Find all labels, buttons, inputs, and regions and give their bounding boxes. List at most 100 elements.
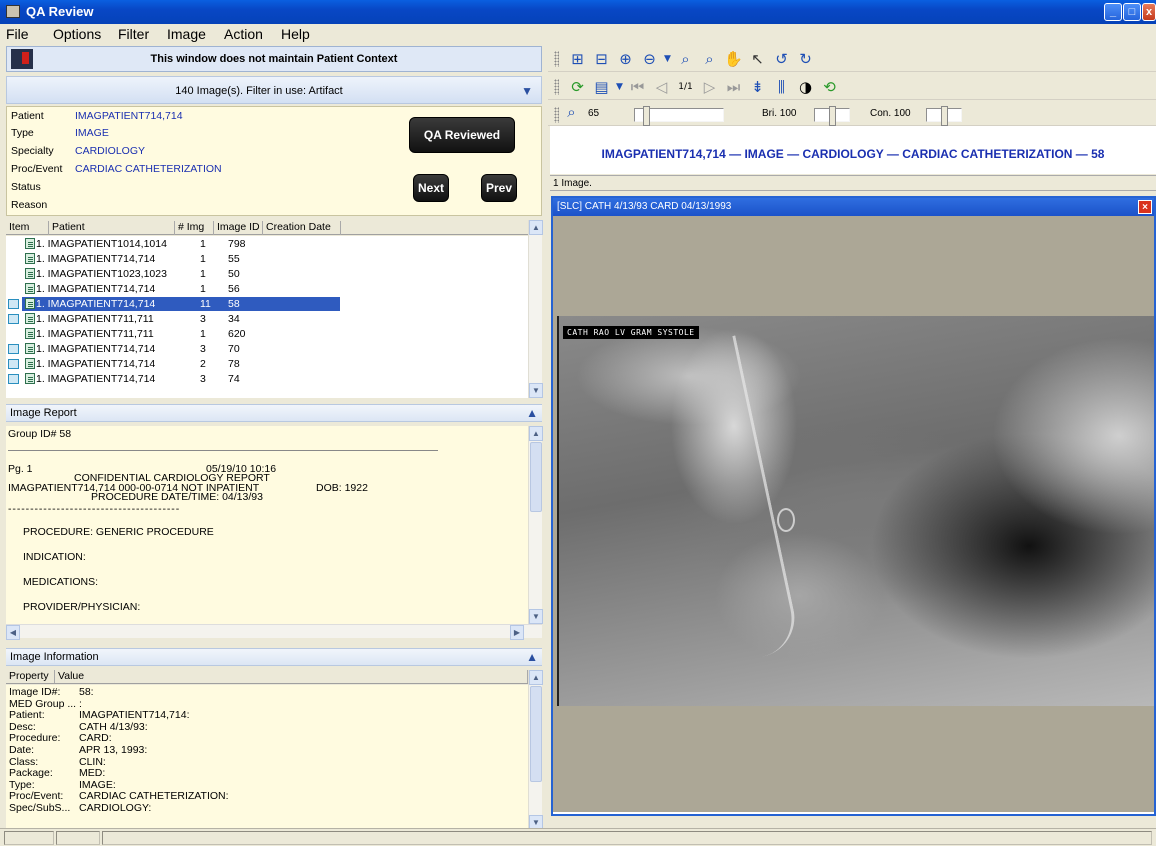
first-page-icon[interactable]: ⏮ — [628, 78, 647, 97]
collapse-arrow-icon[interactable]: ▼ — [521, 84, 533, 98]
row-cells[interactable]: 1. IMAGPATIENT714,714 1 55 — [22, 252, 340, 266]
zoom-level-icon: ⌕ — [567, 103, 576, 121]
flip-horizontal-icon[interactable]: ⫼ — [772, 78, 791, 97]
report-page: Pg. 1 — [8, 463, 33, 475]
zoom-slider-knob[interactable] — [643, 106, 650, 126]
info-scrollbar[interactable]: ▲ ▼ — [528, 670, 543, 830]
scroll-right-icon[interactable]: ▶ — [510, 625, 524, 640]
report-scrollbar[interactable]: ▲ ▼ — [528, 426, 543, 624]
table-row[interactable]: 1. IMAGPATIENT711,711 3 34 — [6, 312, 528, 327]
prev-page-icon[interactable]: ◁ — [652, 78, 671, 97]
refresh-icon[interactable]: ⟳ — [568, 78, 587, 97]
reset-icon[interactable]: ⟲ — [820, 78, 839, 97]
collapse-up-icon[interactable]: ▲ — [526, 406, 538, 420]
brightness-slider[interactable] — [814, 106, 850, 126]
document-icon[interactable]: ▤ — [592, 78, 611, 97]
collapse-up-icon[interactable]: ▲ — [526, 650, 538, 664]
col-image-id[interactable]: Image ID — [214, 221, 263, 235]
scroll-up-icon[interactable]: ▲ — [529, 220, 543, 235]
table-row[interactable]: 1. IMAGPATIENT711,711 1 620 — [6, 327, 528, 342]
scroll-down-icon[interactable]: ▼ — [529, 609, 543, 624]
row-cells[interactable]: 1. IMAGPATIENT714,714 3 70 — [22, 342, 340, 356]
toolbar-grip[interactable] — [554, 79, 559, 95]
image-information-header[interactable]: Image Information ▲ — [6, 648, 542, 666]
xray-image[interactable]: CATH RAO LV GRAM SYSTOLE — [557, 316, 1154, 706]
info-value: : — [79, 697, 82, 710]
scroll-thumb[interactable] — [530, 442, 542, 512]
menu-file[interactable]: File — [6, 26, 29, 42]
col-creation-date[interactable]: Creation Date — [263, 221, 341, 235]
table-row[interactable]: 1. IMAGPATIENT714,714 1 56 — [6, 282, 528, 297]
menu-filter[interactable]: Filter — [118, 26, 149, 42]
scroll-thumb[interactable] — [530, 686, 542, 782]
qa-reviewed-button[interactable]: QA Reviewed — [409, 117, 515, 153]
last-page-icon[interactable]: ⏭ — [724, 78, 743, 97]
col-property[interactable]: Property — [6, 670, 55, 683]
zoom-out-icon[interactable]: ⊖ — [640, 50, 659, 69]
col-item[interactable]: Item — [6, 221, 49, 235]
invert-icon[interactable]: ◑ — [796, 78, 815, 97]
document-icon — [25, 328, 35, 339]
table-row[interactable]: 1. IMAGPATIENT1023,1023 1 50 — [6, 267, 528, 282]
fit-width-icon[interactable]: ⊟ — [592, 50, 611, 69]
flip-vertical-icon[interactable]: ⇟ — [748, 78, 767, 97]
close-button[interactable]: x — [1142, 3, 1156, 21]
zoom-slider[interactable] — [634, 106, 724, 126]
menu-image[interactable]: Image — [167, 26, 206, 42]
fit-to-window-icon[interactable]: ⊞ — [568, 50, 587, 69]
next-page-icon[interactable]: ▷ — [700, 78, 719, 97]
row-cells[interactable]: 1. IMAGPATIENT714,714 2 78 — [22, 357, 340, 371]
maximize-button[interactable]: □ — [1123, 3, 1141, 21]
menu-help[interactable]: Help — [281, 26, 310, 42]
row-cells[interactable]: 1. IMAGPATIENT711,711 3 34 — [22, 312, 340, 326]
row-cells[interactable]: 1. IMAGPATIENT714,714 3 74 — [22, 372, 340, 386]
scroll-left-icon[interactable]: ◀ — [6, 625, 20, 640]
row-cells[interactable]: 1. IMAGPATIENT1014,1014 1 798 — [22, 237, 340, 251]
col-num-img[interactable]: # Img — [175, 221, 214, 235]
image-canvas[interactable]: CATH RAO LV GRAM SYSTOLE — [553, 216, 1154, 812]
rotate-right-icon[interactable]: ↻ — [796, 50, 815, 69]
table-row[interactable]: 1. IMAGPATIENT1014,1014 1 798 — [6, 237, 528, 252]
menu-action[interactable]: Action — [224, 26, 263, 42]
table-row[interactable]: 1. IMAGPATIENT714,714 3 70 — [6, 342, 528, 357]
image-viewer-window[interactable]: [SLC] CATH 4/13/93 CARD 04/13/1993 × CAT… — [551, 196, 1156, 816]
toolbar-grip[interactable] — [554, 107, 559, 123]
contrast-slider-knob[interactable] — [941, 106, 948, 126]
report-hscrollbar[interactable]: ◀ ▶ — [6, 624, 542, 640]
zoom-dropdown-icon[interactable]: ▼ — [658, 50, 677, 69]
table-row[interactable]: 1. IMAGPATIENT714,714 11 58 — [6, 297, 528, 312]
list-scrollbar[interactable]: ▲ ▼ — [528, 220, 543, 398]
minimize-button[interactable]: _ — [1104, 3, 1122, 21]
table-row[interactable]: 1. IMAGPATIENT714,714 3 74 — [6, 372, 528, 387]
contrast-slider[interactable] — [926, 106, 962, 126]
scroll-up-icon[interactable]: ▲ — [529, 426, 543, 441]
image-count: 1 Image. — [553, 178, 592, 189]
image-list[interactable]: 1. IMAGPATIENT1014,1014 1 798 1. IMAGPATIEN… — [6, 236, 528, 398]
row-cells[interactable]: 1. IMAGPATIENT714,714 11 58 — [22, 297, 340, 311]
info-property: Package: — [9, 767, 53, 780]
scroll-down-icon[interactable]: ▼ — [529, 383, 543, 398]
brightness-slider-knob[interactable] — [829, 106, 836, 126]
row-cells[interactable]: 1. IMAGPATIENT711,711 1 620 — [22, 327, 340, 341]
next-button[interactable]: Next — [413, 174, 449, 202]
image-report-header[interactable]: Image Report ▲ — [6, 404, 542, 422]
magnifier-icon[interactable]: ⌕ — [700, 50, 719, 69]
scroll-up-icon[interactable]: ▲ — [529, 670, 543, 685]
menu-options[interactable]: Options — [53, 26, 101, 42]
zoom-rect-icon[interactable]: ⌕ — [676, 50, 695, 69]
pan-hand-icon[interactable]: ✋ — [724, 50, 743, 69]
zoom-in-icon[interactable]: ⊕ — [616, 50, 635, 69]
prev-button[interactable]: Prev — [481, 174, 517, 202]
col-patient[interactable]: Patient — [49, 221, 175, 235]
document-dropdown-icon[interactable]: ▼ — [610, 78, 629, 97]
image-info-body: Image ID#: 58: MED Group ...: Patient: IMAGP… — [6, 685, 528, 830]
table-row[interactable]: 1. IMAGPATIENT714,714 2 78 — [6, 357, 528, 372]
table-row[interactable]: 1. IMAGPATIENT714,714 1 55 — [6, 252, 528, 267]
col-value[interactable]: Value — [55, 670, 528, 683]
viewer-close-icon[interactable]: × — [1138, 200, 1152, 214]
row-cells[interactable]: 1. IMAGPATIENT1023,1023 1 50 — [22, 267, 340, 281]
rotate-left-icon[interactable]: ↺ — [772, 50, 791, 69]
pointer-icon[interactable]: ↖ — [748, 50, 767, 69]
row-cells[interactable]: 1. IMAGPATIENT714,714 1 56 — [22, 282, 340, 296]
toolbar-grip[interactable] — [554, 51, 559, 67]
